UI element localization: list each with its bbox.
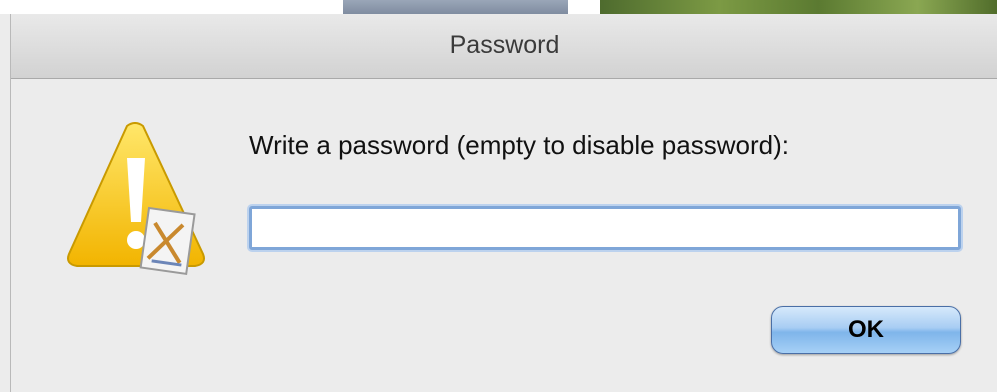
dialog-titlebar[interactable]: Password — [11, 14, 997, 79]
dialog-title: Password — [449, 31, 560, 59]
password-input[interactable] — [249, 206, 961, 250]
password-dialog: Password Write a password (empty to disa… — [10, 14, 997, 392]
background-window — [343, 0, 568, 14]
prompt-message: Write a password (empty to disable passw… — [249, 130, 789, 160]
warning-icon — [67, 122, 205, 275]
ok-button[interactable]: OK — [771, 306, 961, 354]
desktop-wallpaper — [600, 0, 997, 14]
